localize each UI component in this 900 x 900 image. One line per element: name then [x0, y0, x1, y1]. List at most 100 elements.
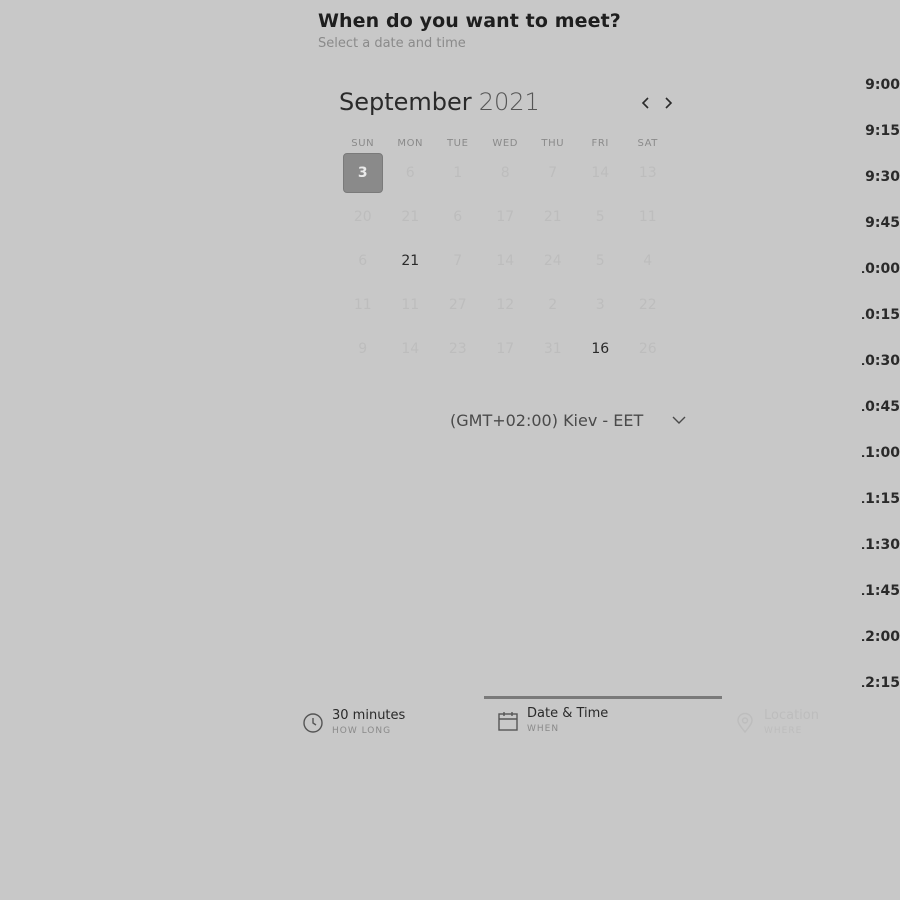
weekday-label: TUE	[446, 138, 469, 149]
calendar-day: 11	[387, 283, 435, 327]
weekday-label: SAT	[637, 138, 658, 149]
timezone-select[interactable]: (GMT+02:00) Kiev - EET	[450, 408, 686, 432]
steps-bar: 30 minutes HOW LONG Date & Time WHEN Loc…	[300, 696, 860, 756]
calendar-day: 9	[339, 327, 387, 371]
calendar-day-number: 16	[591, 341, 610, 357]
month-header: September 2021	[339, 88, 679, 122]
calendar-day: 14	[387, 327, 435, 371]
chevron-right-icon	[665, 97, 673, 109]
calendar-day-number: 7	[453, 253, 463, 269]
time-slot[interactable]: 12:15	[862, 660, 900, 706]
calendar-day-number: 14	[401, 341, 420, 357]
time-slot[interactable]: 9:15	[862, 108, 900, 154]
timezone-label: (GMT+02:00) Kiev - EET	[450, 410, 644, 430]
calendar-day: 31	[529, 327, 577, 371]
clock-icon	[303, 713, 323, 733]
calendar-day-number: 11	[353, 297, 372, 313]
calendar-day: 6	[387, 151, 435, 195]
calendar-day: 4	[624, 239, 672, 283]
calendar-day: 11	[339, 283, 387, 327]
time-slot[interactable]: 11:15	[862, 476, 900, 522]
calendar-day: 7	[434, 239, 482, 283]
calendar-day-number: 5	[595, 209, 605, 225]
time-slot[interactable]: 9:30	[862, 154, 900, 200]
step-location[interactable]: Location WHERE	[734, 708, 819, 736]
calendar-day: 22	[624, 283, 672, 327]
calendar-day: 14	[577, 151, 625, 195]
chevron-left-icon	[641, 97, 649, 109]
calendar-day: 17	[482, 195, 530, 239]
calendar-day-number: 13	[638, 165, 657, 181]
page-title: When do you want to meet?	[318, 10, 621, 32]
time-slot[interactable]: 11:00	[862, 430, 900, 476]
step-sublabel: WHEN	[527, 724, 560, 734]
step-date-time[interactable]: Date & Time WHEN	[497, 706, 608, 734]
calendar-day: 23	[434, 327, 482, 371]
calendar-icon	[498, 712, 518, 731]
time-slot[interactable]: 10:45	[862, 384, 900, 430]
step-label: Date & Time	[527, 706, 609, 721]
calendar-day-number: 3	[595, 297, 605, 313]
next-month-button[interactable]	[659, 94, 677, 112]
weekday-label: THU	[541, 138, 565, 149]
time-slot[interactable]: 9:45	[862, 200, 900, 246]
calendar-day: 21	[529, 195, 577, 239]
weekday-label: MON	[397, 138, 424, 149]
calendar-day-number: 2	[548, 297, 558, 313]
calendar-day[interactable]: 16	[577, 327, 625, 371]
calendar-day-number: 23	[448, 341, 467, 357]
calendar-day-number: 22	[638, 297, 657, 313]
weekday-label: FRI	[591, 138, 609, 149]
step-label: 30 minutes	[332, 708, 406, 723]
calendar-day-selected[interactable]: 3	[339, 151, 387, 195]
calendar-day: 13	[624, 151, 672, 195]
calendar-day-number: 31	[543, 341, 562, 357]
active-step-indicator	[484, 696, 722, 699]
weekday-label: WED	[492, 138, 519, 149]
year: 2021	[478, 88, 540, 116]
step-label: Location	[764, 708, 819, 723]
weekday-header: SUN MON TUE WED THU FRI SAT	[339, 138, 671, 149]
calendar-day-number: 12	[496, 297, 515, 313]
calendar-day-number: 17	[496, 341, 515, 357]
calendar-day-number: 14	[496, 253, 515, 269]
step-sublabel: HOW LONG	[332, 726, 392, 736]
month-name: September	[339, 88, 472, 116]
time-slot[interactable]: 10:15	[862, 292, 900, 338]
calendar-day: 7	[529, 151, 577, 195]
time-slot[interactable]: 10:30	[862, 338, 900, 384]
calendar-day-number: 21	[543, 209, 562, 225]
calendar-day-number: 24	[543, 253, 562, 269]
calendar-day-number: 8	[500, 165, 510, 181]
time-slot-list: 9:009:159:309:4510:0010:1510:3010:4511:0…	[862, 62, 900, 706]
calendar-day: 5	[577, 195, 625, 239]
step-duration[interactable]: 30 minutes HOW LONG	[302, 708, 405, 736]
calendar-day: 6	[434, 195, 482, 239]
location-pin-icon	[737, 712, 753, 734]
calendar-day-number: 21	[401, 209, 420, 225]
calendar-day: 17	[482, 327, 530, 371]
prev-month-button[interactable]	[637, 94, 655, 112]
calendar-day-number: 20	[353, 209, 372, 225]
calendar-day-number: 21	[401, 253, 420, 269]
calendar-day-number: 9	[358, 341, 368, 357]
time-slot[interactable]: 12:00	[862, 614, 900, 660]
calendar-day-number: 4	[643, 253, 653, 269]
calendar-day-number: 5	[595, 253, 605, 269]
time-slot[interactable]: 11:30	[862, 522, 900, 568]
time-slot[interactable]: 11:45	[862, 568, 900, 614]
calendar-day: 3	[577, 283, 625, 327]
header: When do you want to meet? Select a date …	[318, 10, 621, 51]
calendar-day-number: 6	[405, 165, 415, 181]
calendar-day-number: 27	[448, 297, 467, 313]
calendar-day: 27	[434, 283, 482, 327]
calendar-day-number: 7	[548, 165, 558, 181]
time-slot[interactable]: 9:00	[862, 62, 900, 108]
calendar-day: 21	[387, 195, 435, 239]
calendar-day: 26	[624, 327, 672, 371]
calendar-day: 24	[529, 239, 577, 283]
time-slot[interactable]: 10:00	[862, 246, 900, 292]
calendar-day-number: 3	[342, 153, 383, 193]
page-subtitle: Select a date and time	[318, 36, 466, 51]
calendar-day[interactable]: 21	[387, 239, 435, 283]
